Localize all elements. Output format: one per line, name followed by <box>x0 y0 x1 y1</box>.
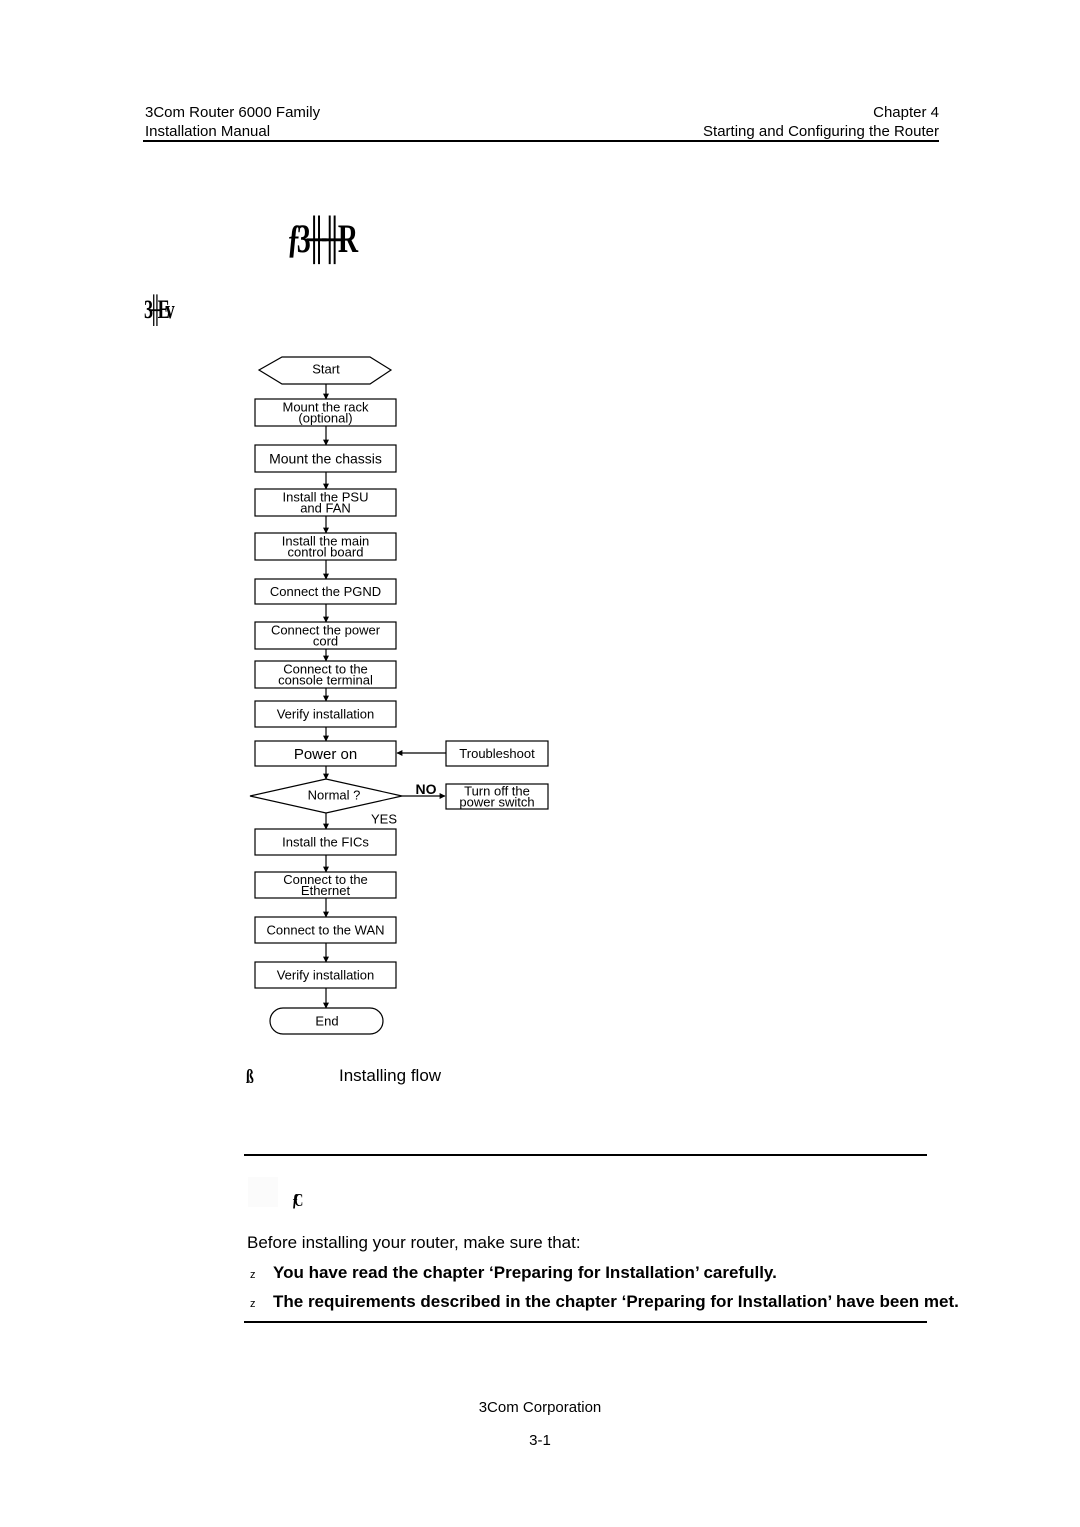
footer-company: 3Com Corporation <box>478 1399 602 1416</box>
flow-step-label: (optional) <box>298 410 352 425</box>
note-icon <box>248 1177 278 1207</box>
flow-connectors <box>323 384 446 1009</box>
figure-number: ß <box>246 1066 254 1088</box>
note-bullet: z The requirements described in the chapt… <box>250 1292 959 1312</box>
flow-step-label: Connect to the WAN <box>266 923 384 938</box>
figure-caption: Installing flow <box>339 1066 442 1085</box>
bullet-text: The requirements described in the chapte… <box>273 1292 959 1311</box>
power-on-step-label: Power on <box>294 746 357 763</box>
footer-page-number: 3-1 <box>529 1432 551 1449</box>
note-bottom-rule <box>244 1321 927 1323</box>
no-label: NO <box>416 781 437 797</box>
flow-step-label: Mount the chassis <box>269 450 382 466</box>
bullet-icon: z <box>250 1269 256 1281</box>
note-bullet: z You have read the chapter ‘Preparing fo… <box>250 1263 777 1283</box>
start-label: Start <box>312 362 340 377</box>
note-intro: Before installing your router, make sure… <box>247 1233 581 1252</box>
yes-label: YES <box>371 812 397 827</box>
decision-label: Normal ? <box>308 788 361 803</box>
flow-shapes: StartMount the rack(optional)Mount the c… <box>249 356 549 1035</box>
flow-step-label: console terminal <box>278 672 373 687</box>
turn-off-step-label: power switch <box>459 794 534 809</box>
bullet-icon: z <box>250 1298 256 1310</box>
note-label: ƒC <box>292 1190 303 1210</box>
flow-step-label: Verify installation <box>277 968 375 983</box>
flow-step-label: cord <box>313 633 338 648</box>
flow-step-label: Install the FICs <box>282 835 369 850</box>
flow-step-label: Verify installation <box>277 707 375 722</box>
note-top-rule <box>244 1154 927 1156</box>
bullet-text: You have read the chapter ‘Preparing for… <box>273 1263 777 1282</box>
flow-step-label: Connect the PGND <box>270 584 381 599</box>
end-label: End <box>315 1014 338 1029</box>
troubleshoot-step-label: Troubleshoot <box>459 746 535 761</box>
flow-step-label: and FAN <box>300 500 351 515</box>
flow-step-label: Ethernet <box>301 883 351 898</box>
flow-step-label: control board <box>288 544 364 559</box>
